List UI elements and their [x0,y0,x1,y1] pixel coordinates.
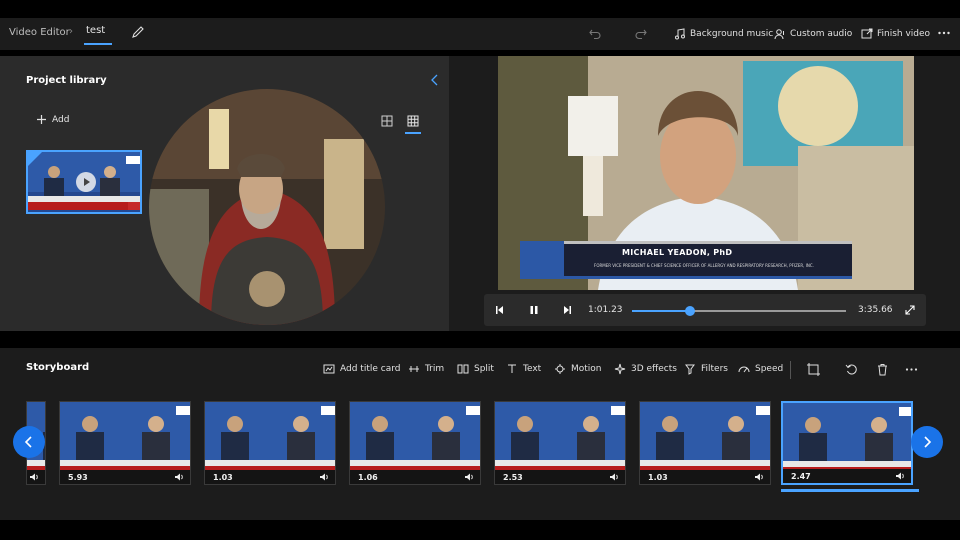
chevron-right-icon [924,436,932,448]
small-grid-view-icon[interactable] [406,114,420,128]
motion-button[interactable]: Motion [554,363,602,375]
split-button[interactable]: Split [457,363,494,375]
storyboard-clip[interactable]: 2.53 [494,401,626,485]
speaker-icon[interactable] [29,472,39,482]
library-clip-thumbnail[interactable] [26,150,142,214]
more-options-icon[interactable] [937,26,951,40]
speaker-icon[interactable] [319,472,329,482]
trim-icon [409,366,419,372]
video-preview[interactable]: MICHAEL YEADON, PhD FORMER VICE PRESIDEN… [498,56,914,290]
split-label: Split [474,364,494,374]
add-media-button[interactable]: Add [36,114,69,125]
text-button[interactable]: Text [506,363,541,375]
background-music-label: Background music [690,29,774,39]
storyboard-clip[interactable]: 1.06 [349,401,481,485]
scroll-right-button[interactable] [911,426,943,458]
crop-resize-icon[interactable] [807,363,820,376]
person-audio-icon [774,29,784,40]
clip-duration: 1.03 [213,473,233,482]
3d-effects-label: 3D effects [631,364,677,374]
3d-effects-button[interactable]: 3D effects [614,363,677,375]
background-music-button[interactable]: Background music [674,24,773,44]
speaker-icon[interactable] [895,471,905,481]
collapse-chevron-icon[interactable] [429,73,441,87]
split-icon [457,364,469,374]
finish-video-button[interactable]: Finish video [861,24,930,44]
clip-duration: 1.06 [358,473,378,482]
plus-icon [37,115,46,124]
add-title-card-button[interactable]: Add title card [323,363,400,375]
filters-button[interactable]: Filters [684,363,728,375]
custom-audio-button[interactable]: Custom audio [774,24,852,44]
music-note-icon [675,28,685,40]
speaker-icon[interactable] [174,472,184,482]
storyboard-clip[interactable]: 5.93 [59,401,191,485]
selected-corner-marker [28,152,42,166]
breadcrumb-separator-icon: › [69,26,73,37]
clip-duration: 1.03 [648,473,668,482]
storyboard-panel: Storyboard Add title card Trim Split Tex… [0,348,960,520]
speed-gauge-icon [738,366,750,373]
trim-label: Trim [425,364,445,374]
speaker-icon[interactable] [609,472,619,482]
custom-audio-label: Custom audio [790,29,853,39]
filters-label: Filters [701,364,728,374]
large-grid-view-icon[interactable] [380,114,394,128]
clip-duration: 5.93 [68,473,88,482]
storyboard-clip[interactable]: 1.03 [204,401,336,485]
clip-duration: 2.53 [503,473,523,482]
title-card-icon [323,364,335,374]
seek-progress [632,310,690,312]
play-preview-icon[interactable] [76,172,96,192]
sparkle-icon [614,363,626,375]
text-label: Text [523,364,542,374]
current-time: 1:01.23 [588,305,623,315]
pause-icon[interactable] [528,304,540,316]
filter-icon [685,364,695,375]
rotate-icon[interactable] [845,363,858,376]
seek-bar[interactable] [632,306,846,316]
storyboard-clip[interactable]: 1.03 [639,401,771,485]
seek-thumb[interactable] [684,306,695,316]
finish-video-label: Finish video [877,29,931,39]
title-bar: Video Editor › test Background music Cus… [0,18,960,50]
next-frame-icon[interactable] [561,304,573,316]
total-time: 3:35.66 [858,305,893,315]
fullscreen-icon[interactable] [904,304,916,316]
rename-pencil-icon[interactable] [131,25,145,39]
lower-third-name: MICHAEL YEADON, PhD [622,248,733,257]
project-name-underline [84,43,112,45]
redo-icon[interactable] [634,26,648,40]
scroll-left-button[interactable] [13,426,45,458]
motion-icon [555,364,565,374]
speaker-icon[interactable] [464,472,474,482]
add-title-card-label: Add title card [340,364,401,374]
previous-frame-icon[interactable] [494,304,506,316]
toolbar-divider [790,361,791,379]
project-library-title: Project library [26,75,107,86]
playback-controls: 1:01.23 3:35.66 [484,294,926,326]
delete-trash-icon[interactable] [876,363,889,376]
add-label: Add [52,114,70,125]
undo-icon[interactable] [588,26,602,40]
motion-label: Motion [571,364,602,374]
more-tools-icon[interactable] [905,363,918,376]
speaker-icon[interactable] [754,472,764,482]
breadcrumb-project-name[interactable]: test [86,25,105,36]
lower-third-subtitle: FORMER VICE PRESIDENT & CHIEF SCIENCE OF… [594,263,814,268]
text-icon [508,364,516,373]
storyboard-clip[interactable]: 2.47 [781,401,913,485]
storyboard-title: Storyboard [26,362,90,373]
chevron-left-icon [24,436,32,448]
export-icon [861,28,873,39]
trim-button[interactable]: Trim [408,363,444,375]
speed-label: Speed [755,364,784,374]
breadcrumb-app[interactable]: Video Editor [9,27,70,38]
view-selected-indicator [405,132,421,134]
clip-duration: 2.47 [791,472,811,481]
webcam-overlay [149,89,385,325]
speed-button[interactable]: Speed [738,363,783,375]
selected-clip-indicator [781,489,919,492]
